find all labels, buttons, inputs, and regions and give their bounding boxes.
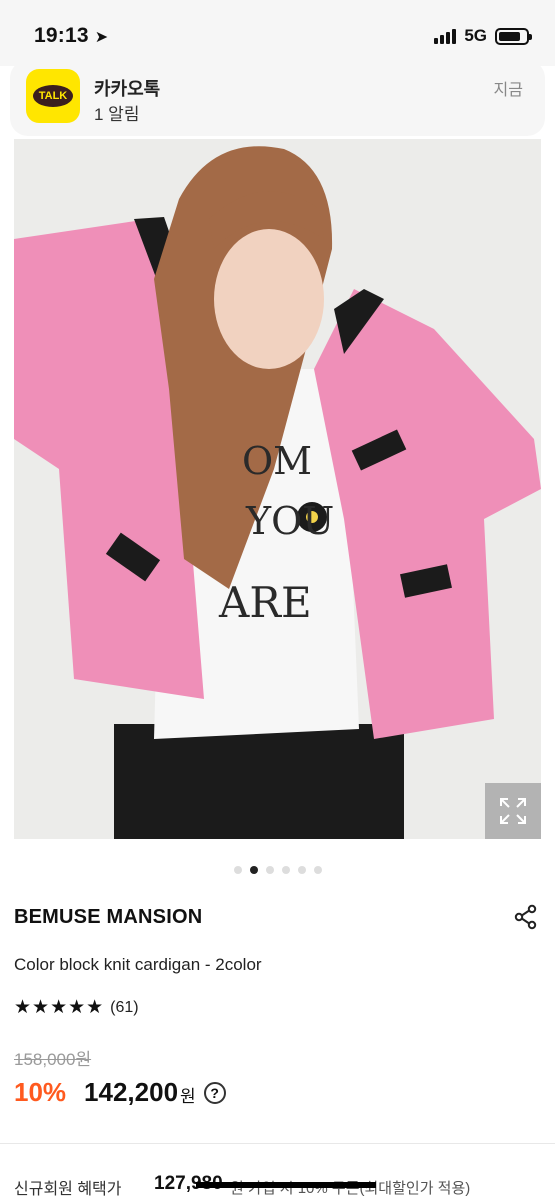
price-row: 10% 142,200 원 ? [14,1077,226,1108]
kakaotalk-logo-icon: TALK [26,69,80,123]
brand-name[interactable]: BEMUSE MANSION [14,906,202,929]
shirt-text-line-1: OM [242,439,312,483]
member-benefit-label: 신규회원 혜택가 [14,1181,122,1198]
sale-price: 142,200 [84,1077,179,1107]
face [214,229,324,369]
discount-rate: 10% [14,1077,67,1107]
star-rating-icons: ★★★★★ [14,997,105,1018]
expand-image-button[interactable] [485,783,541,839]
battery-icon [495,27,532,45]
network-type: 5G [464,26,487,45]
shirt-text-line-3: ARE [218,578,312,627]
carousel-dot[interactable] [297,866,306,874]
divider [0,1143,555,1144]
image-carousel-indicator [0,866,555,874]
carousel-dot[interactable] [313,866,322,874]
notification-app-name: 카카오톡 [94,79,161,99]
product-title: Color block knit cardigan - 2color [14,955,262,974]
skirt [114,724,404,839]
clock-text: 19:13 [34,24,89,47]
carousel-dot[interactable] [281,866,290,874]
currency-unit: 원 [180,1087,196,1106]
redaction-line [196,1182,376,1188]
kakaotalk-notification[interactable]: TALK 카카오톡 1 알림 지금 [10,60,545,136]
notification-time: 지금 [493,82,523,99]
carousel-dot[interactable] [233,866,242,874]
shirt-text-line-2: YOU [245,499,334,543]
signal-icon [434,28,457,44]
share-icon[interactable] [513,904,539,930]
location-arrow-icon: ➤ [94,29,109,46]
original-price: 158,000원 [14,1050,92,1069]
review-count: (61) [110,998,139,1016]
rating-summary[interactable]: ★★★★★ (61) [14,996,139,1019]
product-image[interactable]: OM YOU ARE [14,139,541,839]
expand-icon [500,798,526,824]
notification-body: 1 알림 [94,105,140,124]
status-bar: 19:13 ➤ 5G [0,0,555,66]
status-time: 19:13 ➤ [34,24,108,48]
status-icons: 5G [434,26,532,46]
question-circle-icon[interactable]: ? [203,1081,226,1104]
carousel-dot[interactable] [265,866,274,874]
talk-logo-text: TALK [32,85,74,107]
carousel-dot[interactable] [249,866,258,874]
product-photo-illustration: OM YOU ARE [14,139,541,839]
